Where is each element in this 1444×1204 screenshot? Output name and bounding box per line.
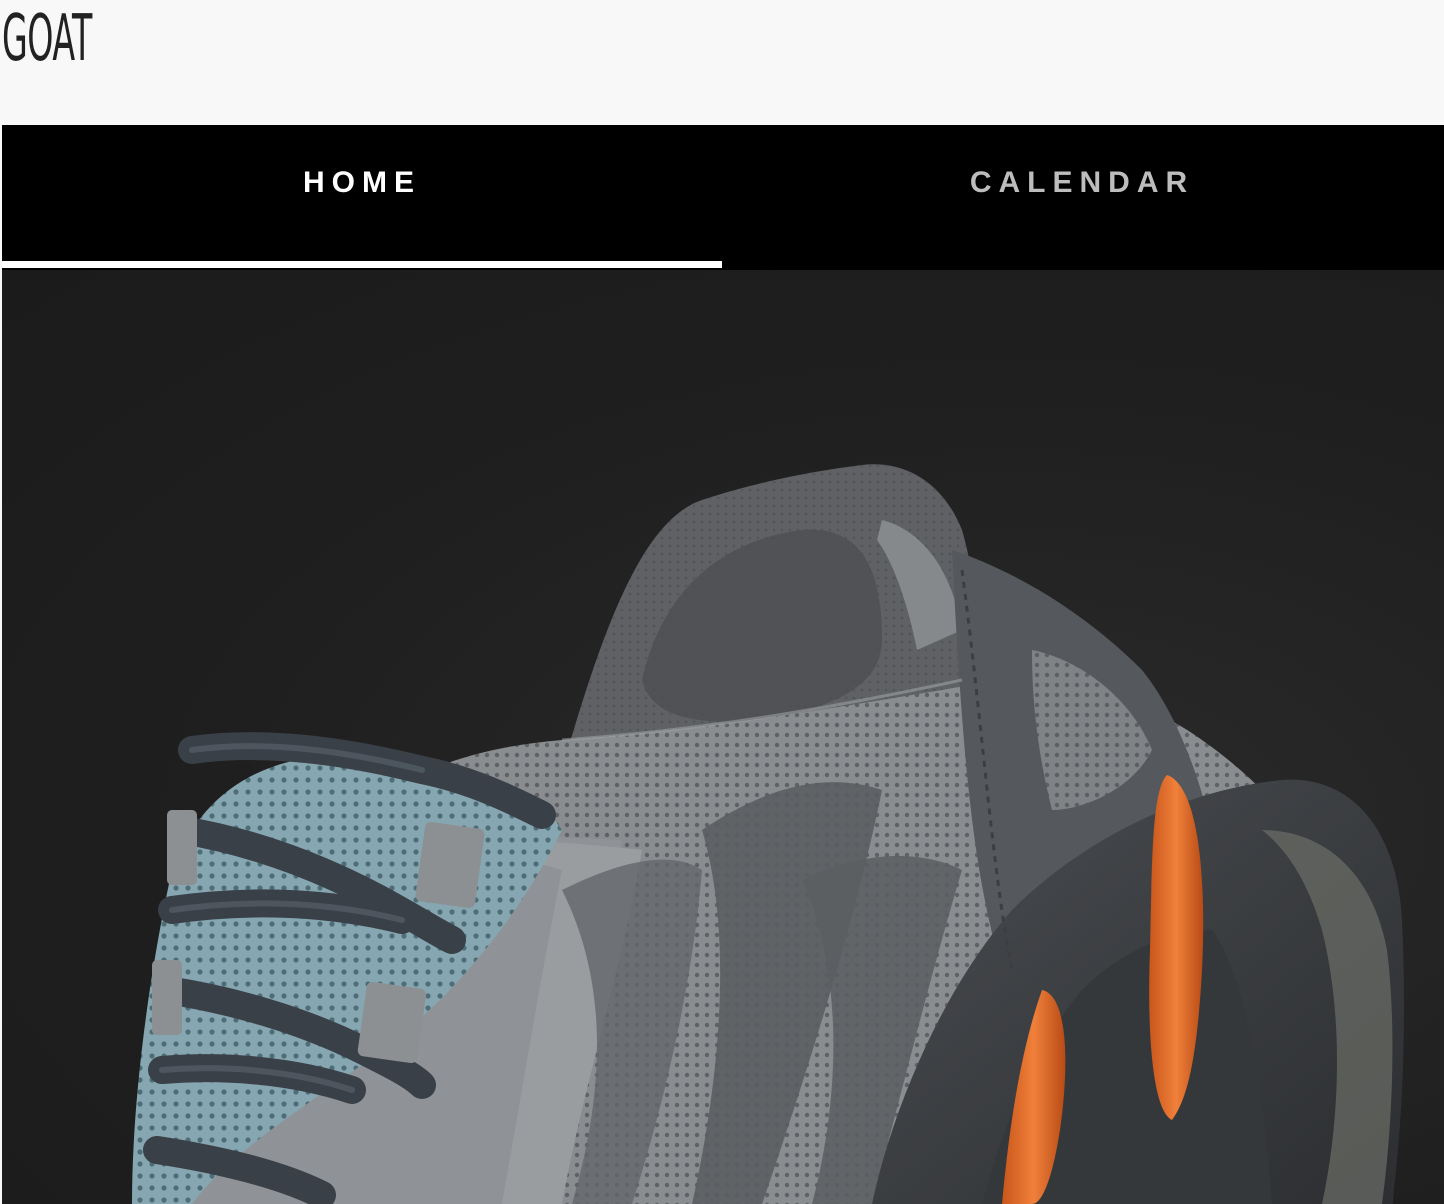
tab-home[interactable]: HOME	[2, 125, 722, 270]
tab-bar: HOME CALENDAR	[2, 125, 1444, 270]
hero-banner[interactable]	[2, 270, 1444, 1204]
active-tab-indicator	[2, 261, 722, 268]
goat-logo[interactable]: GOAT	[2, 0, 92, 78]
sneaker-image	[132, 464, 1404, 1204]
tab-calendar[interactable]: CALENDAR	[722, 125, 1442, 270]
app-frame: HOME CALENDAR	[2, 125, 1444, 1204]
